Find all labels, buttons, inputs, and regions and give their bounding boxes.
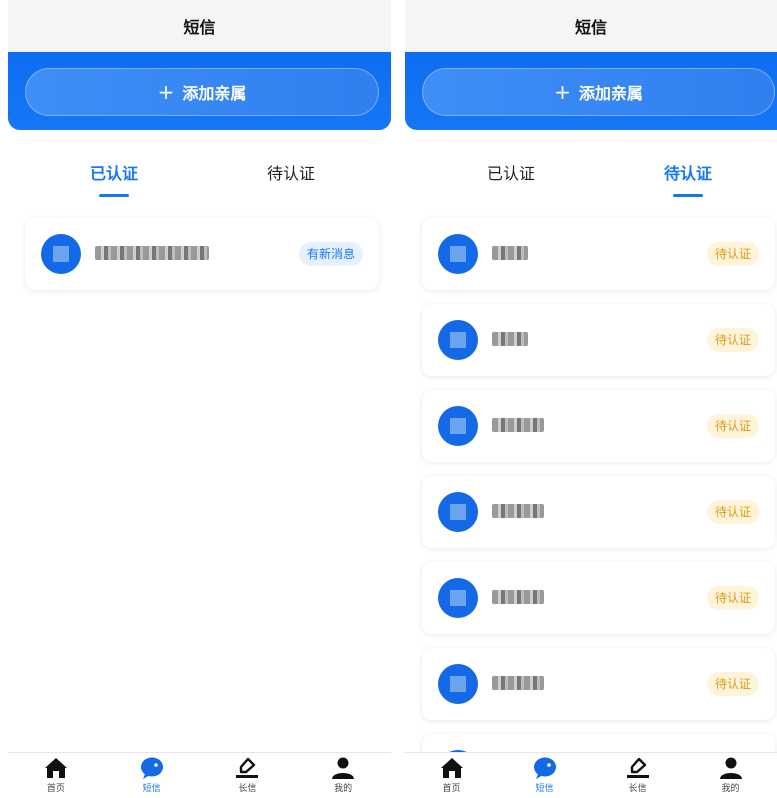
avatar [438,406,478,446]
tab-pending[interactable]: 待认证 [267,160,315,184]
contact-name-blurred [492,504,544,518]
header-banner: + 添加亲属 [405,52,777,130]
contact-card[interactable]: 待认证 [422,304,775,376]
tabbar-letter-label: 长信 [628,784,647,794]
pending-badge: 待认证 [706,500,759,524]
tabbar-home-label: 首页 [46,784,65,794]
tab-verified-label: 已认证 [486,164,536,183]
add-relative-label: 添加亲属 [182,84,247,103]
tabbar-mine-label: 我的 [334,784,353,794]
pending-badge: 待认证 [706,242,759,266]
plus-icon: + [157,80,175,104]
avatar [438,234,478,274]
tabbar-mine[interactable]: 我的 [684,753,777,798]
plus-icon: + [554,80,571,104]
contact-name-blurred [492,332,528,346]
contact-name-blurred [492,418,544,432]
screen-pending: 短信 + 添加亲属 已认证 待认证 待认证 待认证 待认证 待认证 待认证 待认… [405,0,777,798]
tab-underline [98,194,129,197]
contact-name-blurred [492,676,544,690]
tabbar-letter-label: 长信 [238,784,257,794]
tab-underline [672,194,703,197]
screen-verified: 短信 + 添加亲属 已认证 待认证 有新消息 首页 短信 长信 我的 [8,0,391,798]
user-icon [332,757,355,779]
contact-card[interactable]: 有新消息 [25,218,379,290]
new-message-badge: 有新消息 [298,242,363,266]
bottom-tabbar: 首页 短信 长信 我的 [405,752,777,798]
contact-name-blurred [492,590,544,604]
tabbar-mine-label: 我的 [721,784,740,794]
avatar [438,320,478,360]
chat-icon [533,757,556,779]
avatar [438,578,478,618]
avatar [41,234,81,274]
tab-verified[interactable]: 已认证 [90,160,138,197]
pen-icon [626,757,649,778]
tabbar-mine[interactable]: 我的 [295,753,391,798]
tab-bar: 已认证 待认证 [8,160,391,200]
tabbar-sms-label: 短信 [142,784,161,794]
pending-badge: 待认证 [706,672,759,696]
pen-icon [236,757,259,778]
home-icon [440,758,463,778]
contact-card[interactable]: 待认证 [422,648,775,720]
contact-card[interactable]: 待认证 [422,218,775,290]
avatar [438,664,478,704]
chat-icon [140,757,163,779]
tab-pending-label: 待认证 [663,164,713,183]
header-banner: + 添加亲属 [8,52,391,130]
tabbar-home[interactable]: 首页 [405,753,498,798]
tabbar-home[interactable]: 首页 [8,753,104,798]
contact-name-blurred [95,246,209,260]
tab-pending-label: 待认证 [266,164,316,183]
page-title: 短信 [8,0,391,52]
tabbar-letter[interactable]: 长信 [591,753,684,798]
pending-badge: 待认证 [706,414,759,438]
contact-card[interactable]: 待认证 [422,476,775,548]
pending-badge: 待认证 [706,328,759,352]
avatar [438,492,478,532]
contact-card[interactable]: 待认证 [422,390,775,462]
home-icon [44,758,67,778]
contact-name-blurred [492,246,528,260]
tabbar-sms-label: 短信 [535,784,554,794]
tabbar-sms[interactable]: 短信 [104,753,200,798]
page-title: 短信 [405,0,777,52]
add-relative-label: 添加亲属 [578,84,643,103]
pending-badge: 待认证 [706,586,759,610]
tabbar-home-label: 首页 [442,784,461,794]
tabbar-letter[interactable]: 长信 [200,753,296,798]
tab-bar: 已认证 待认证 [405,160,777,200]
bottom-tabbar: 首页 短信 长信 我的 [8,752,391,798]
add-relative-button[interactable]: + 添加亲属 [422,68,775,116]
add-relative-button[interactable]: + 添加亲属 [25,68,379,116]
tab-verified-label: 已认证 [89,164,139,183]
tab-verified[interactable]: 已认证 [487,160,535,184]
user-icon [719,757,742,779]
contact-card[interactable]: 待认证 [422,562,775,634]
tabbar-sms[interactable]: 短信 [498,753,591,798]
tab-pending[interactable]: 待认证 [664,160,712,197]
